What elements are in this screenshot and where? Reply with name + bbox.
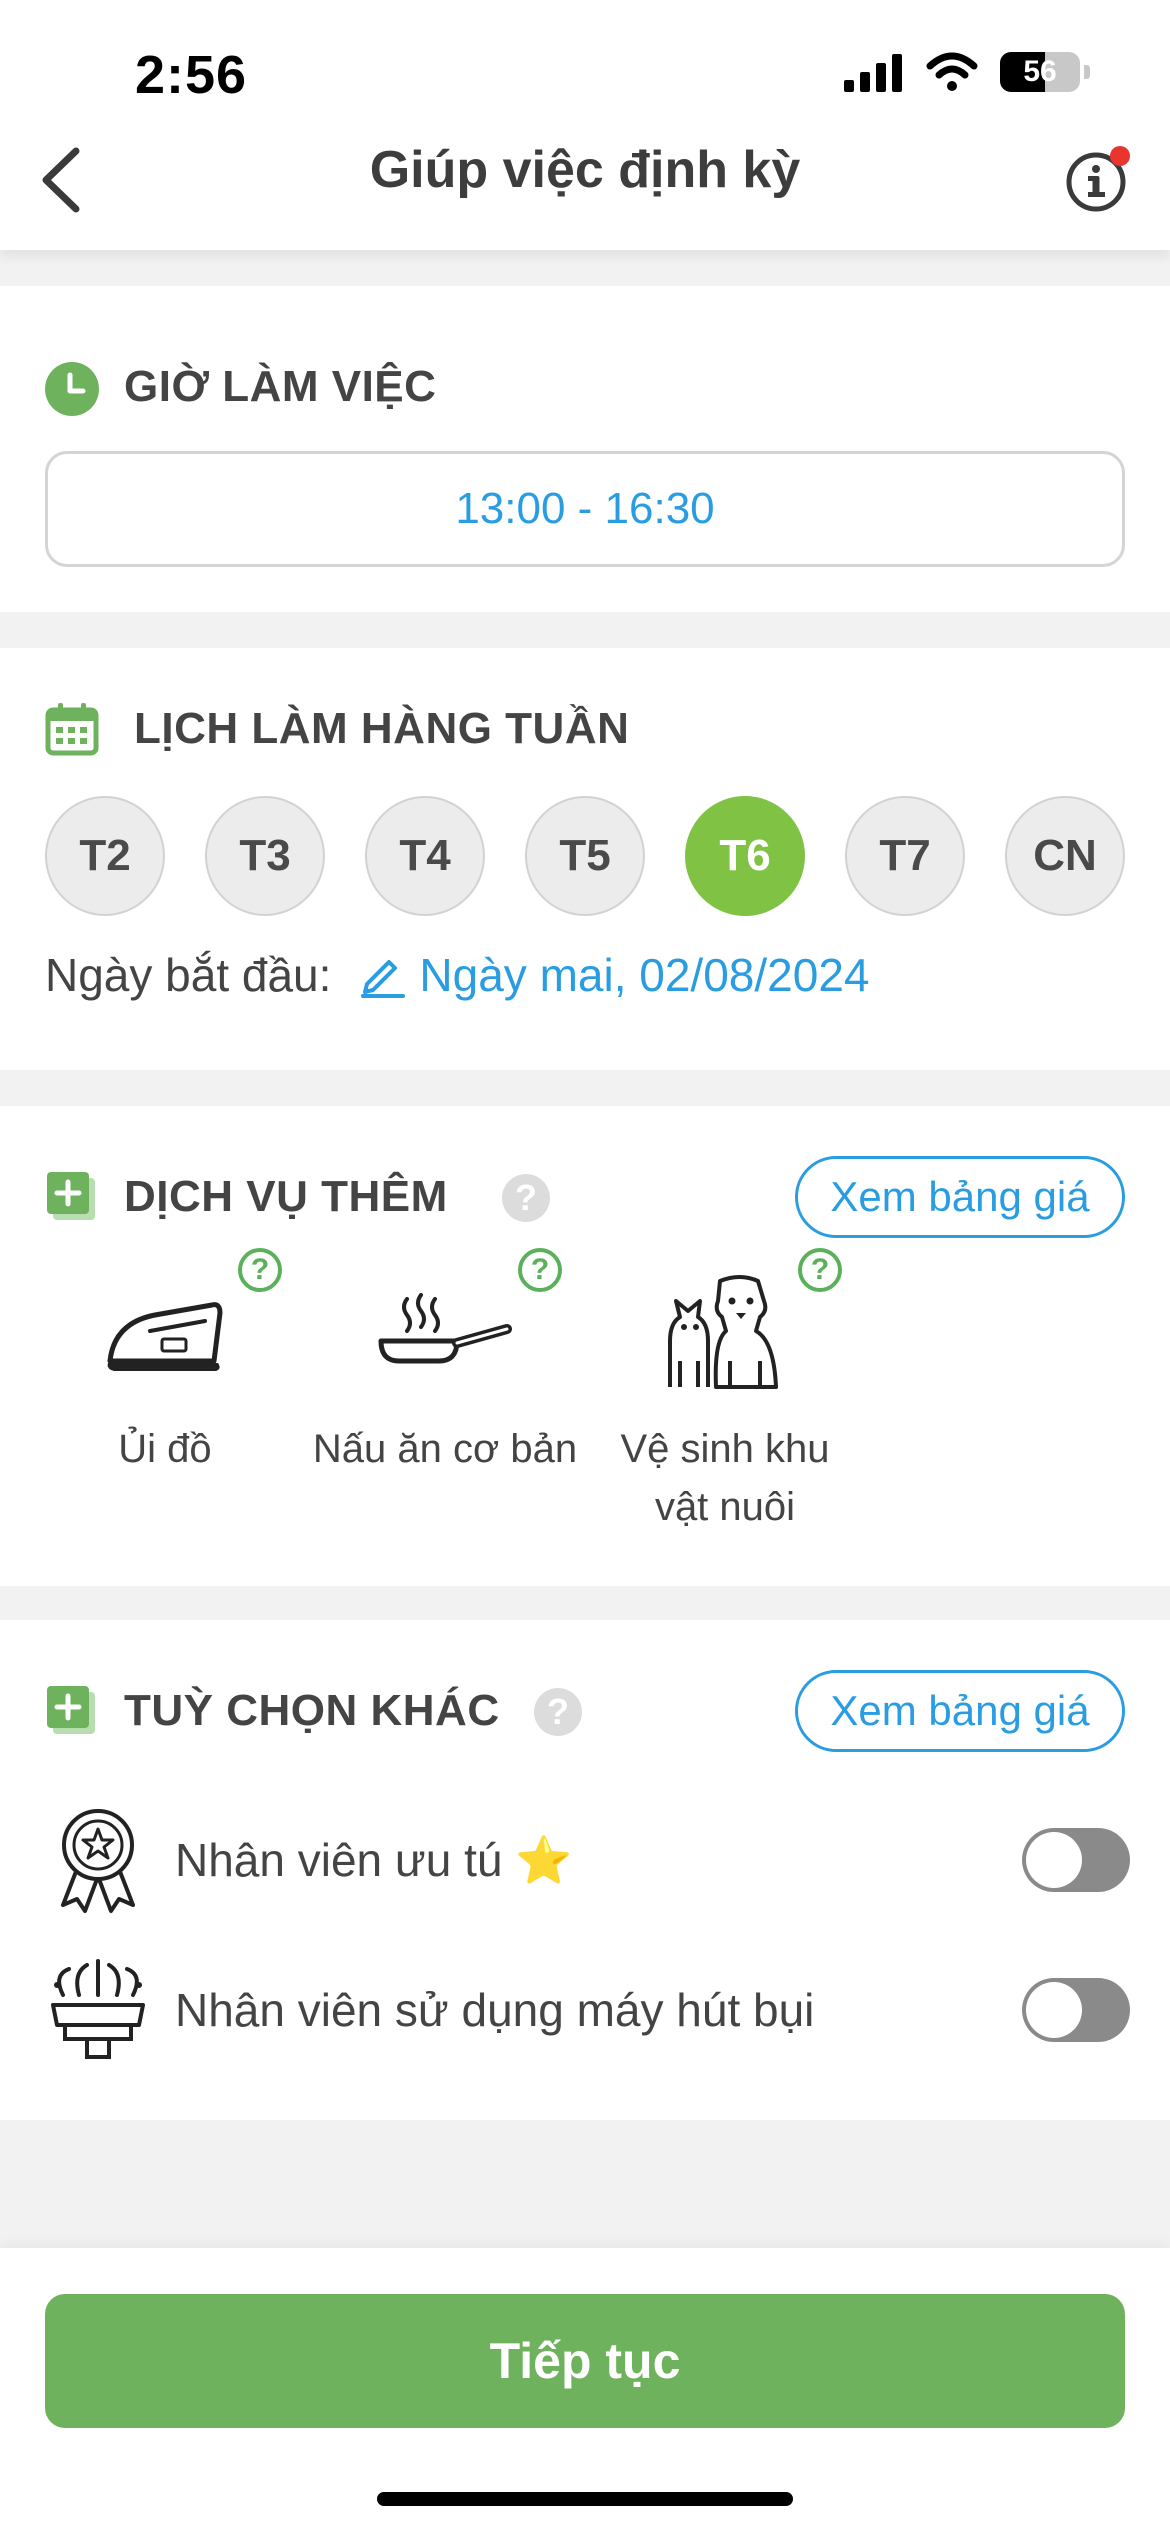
start-date-value[interactable]: Ngày mai, 02/08/2024 <box>419 948 869 1002</box>
info-icon <box>1066 146 1130 212</box>
day-t5[interactable]: T5 <box>525 796 645 916</box>
day-selector: T2 T3 T4 T5 T6 T7 CN <box>45 796 1125 916</box>
service-cooking[interactable]: ? Nấu ăn cơ bản <box>310 1248 580 1478</box>
service-pet-cleaning[interactable]: ? Vệ sinh khu vật nuôi <box>590 1248 860 1536</box>
cellular-signal-icon <box>844 54 902 92</box>
page-title: Giúp việc định kỳ <box>369 141 801 199</box>
service-label: Vệ sinh khu vật nuôi <box>620 1427 830 1529</box>
add-square-icon <box>47 1172 95 1220</box>
start-date-row: Ngày bắt đầu: Ngày mai, 02/08/2024 <box>45 948 870 1002</box>
service-label: Ủi đồ <box>118 1427 212 1471</box>
calendar-icon <box>45 703 99 756</box>
frying-pan-icon <box>378 1293 512 1364</box>
battery-icon: 56 <box>1000 52 1080 92</box>
work-hours-card: GIỜ LÀM VIỆC 13:00 - 16:30 <box>0 286 1170 612</box>
work-hours-selector[interactable]: 13:00 - 16:30 <box>45 451 1125 567</box>
pets-icon <box>668 1275 778 1389</box>
continue-button[interactable]: Tiếp tục <box>45 2294 1125 2428</box>
other-options-title: TUỲ CHỌN KHÁC <box>124 1686 500 1735</box>
option-label: Nhân viên ưu tú ⭐ <box>175 1833 573 1886</box>
other-options-card: TUỲ CHỌN KHÁC ? Xem bảng giá Nhân viên ư… <box>0 1620 1170 2120</box>
add-square-icon <box>47 1686 95 1734</box>
question-icon[interactable]: ? <box>534 1688 582 1736</box>
extra-services-title: DỊCH VỤ THÊM <box>124 1172 448 1221</box>
question-icon[interactable]: ? <box>798 1248 842 1292</box>
view-price-button[interactable]: Xem bảng giá <box>795 1156 1125 1238</box>
clock-icon <box>45 362 99 416</box>
start-date-label: Ngày bắt đầu: <box>45 949 332 1001</box>
home-indicator <box>377 2492 793 2506</box>
service-ironing[interactable]: ? Ủi đồ <box>30 1248 300 1478</box>
option-top-staff: Nhân viên ưu tú ⭐ <box>40 1800 1130 1920</box>
extra-services-card: DỊCH VỤ THÊM ? Xem bảng giá ? Ủi đồ ? Nấ… <box>0 1106 1170 1586</box>
service-label: Nấu ăn cơ bản <box>312 1427 578 1471</box>
day-cn[interactable]: CN <box>1005 796 1125 916</box>
day-t7[interactable]: T7 <box>845 796 965 916</box>
iron-icon <box>107 1302 223 1371</box>
status-time: 2:56 <box>135 45 248 105</box>
day-t2[interactable]: T2 <box>45 796 165 916</box>
status-icons: 56 <box>844 52 1090 92</box>
wifi-icon <box>926 52 978 91</box>
option-label: Nhân viên sử dụng máy hút bụi <box>175 1984 815 2036</box>
vacuum-icon <box>50 1959 145 2059</box>
battery-level: 56 <box>1023 55 1057 88</box>
work-hours-title: GIỜ LÀM VIỆC <box>124 362 437 411</box>
nav-bar: Giúp việc định kỳ <box>0 110 1170 250</box>
bottom-action-bar: Tiếp tục <box>0 2248 1170 2532</box>
pencil-icon[interactable] <box>359 952 406 998</box>
info-button[interactable] <box>1060 138 1140 218</box>
view-price-button[interactable]: Xem bảng giá <box>795 1670 1125 1752</box>
award-badge-icon <box>60 1809 135 1913</box>
day-t4[interactable]: T4 <box>365 796 485 916</box>
day-t3[interactable]: T3 <box>205 796 325 916</box>
question-icon[interactable]: ? <box>502 1174 550 1222</box>
weekly-schedule-title: LỊCH LÀM HÀNG TUẦN <box>134 704 630 753</box>
vacuum-toggle[interactable] <box>1022 1978 1130 2042</box>
day-t6[interactable]: T6 <box>685 796 805 916</box>
question-icon[interactable]: ? <box>518 1248 562 1292</box>
option-vacuum: Nhân viên sử dụng máy hút bụi <box>40 1950 1130 2070</box>
top-staff-toggle[interactable] <box>1022 1828 1130 1892</box>
question-icon[interactable]: ? <box>238 1248 282 1292</box>
weekly-schedule-card: LỊCH LÀM HÀNG TUẦN T2 T3 T4 T5 T6 T7 CN … <box>0 648 1170 1070</box>
